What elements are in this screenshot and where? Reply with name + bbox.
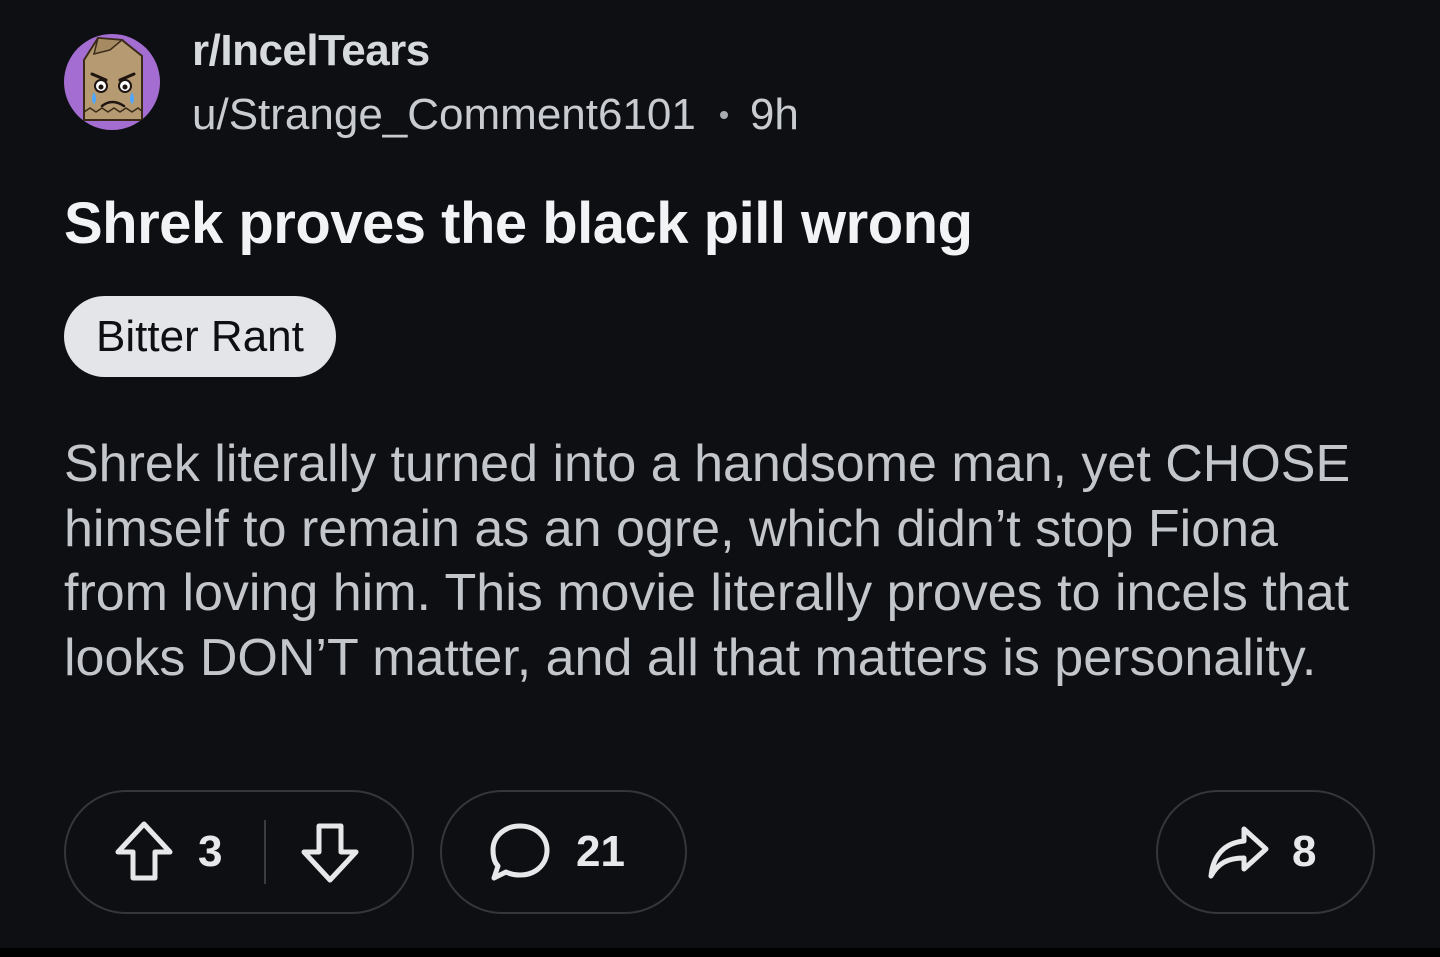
share-count: 8 — [1292, 827, 1317, 876]
post-meta: u/Strange_Comment6101 9h — [192, 90, 799, 140]
meta-separator-dot — [719, 111, 728, 119]
post-title[interactable]: Shrek proves the black pill wrong — [64, 190, 973, 257]
upvote-button[interactable] — [114, 820, 174, 884]
arrow-up-outline-icon — [115, 821, 173, 881]
vote-divider — [264, 820, 267, 884]
bottom-edge — [0, 948, 1440, 957]
post-age: 9h — [749, 90, 799, 139]
vote-score: 3 — [198, 827, 223, 876]
paper-bag-face-icon — [83, 36, 143, 121]
share-button[interactable]: 8 — [1156, 790, 1375, 914]
downvote-button[interactable] — [300, 820, 360, 884]
post-card: r/IncelTears u/Strange_Comment6101 9h Sh… — [0, 0, 1440, 948]
comment-icon-wrap — [488, 821, 552, 883]
speech-bubble-icon — [490, 823, 550, 881]
vote-bar: 3 — [64, 790, 414, 914]
subreddit-avatar[interactable] — [64, 34, 160, 130]
post-body: Shrek literally turned into a handsome m… — [64, 435, 1351, 687]
arrow-down-outline-icon — [301, 823, 359, 883]
comments-button[interactable]: 21 — [440, 790, 687, 914]
post-flair[interactable]: Bitter Rant — [64, 296, 336, 377]
share-icon-wrap — [1206, 823, 1270, 881]
share-arrow-icon — [1208, 826, 1269, 879]
subreddit-name[interactable]: r/IncelTears — [192, 26, 430, 76]
author-username[interactable]: u/Strange_Comment6101 — [192, 90, 696, 140]
comment-count: 21 — [576, 827, 625, 876]
